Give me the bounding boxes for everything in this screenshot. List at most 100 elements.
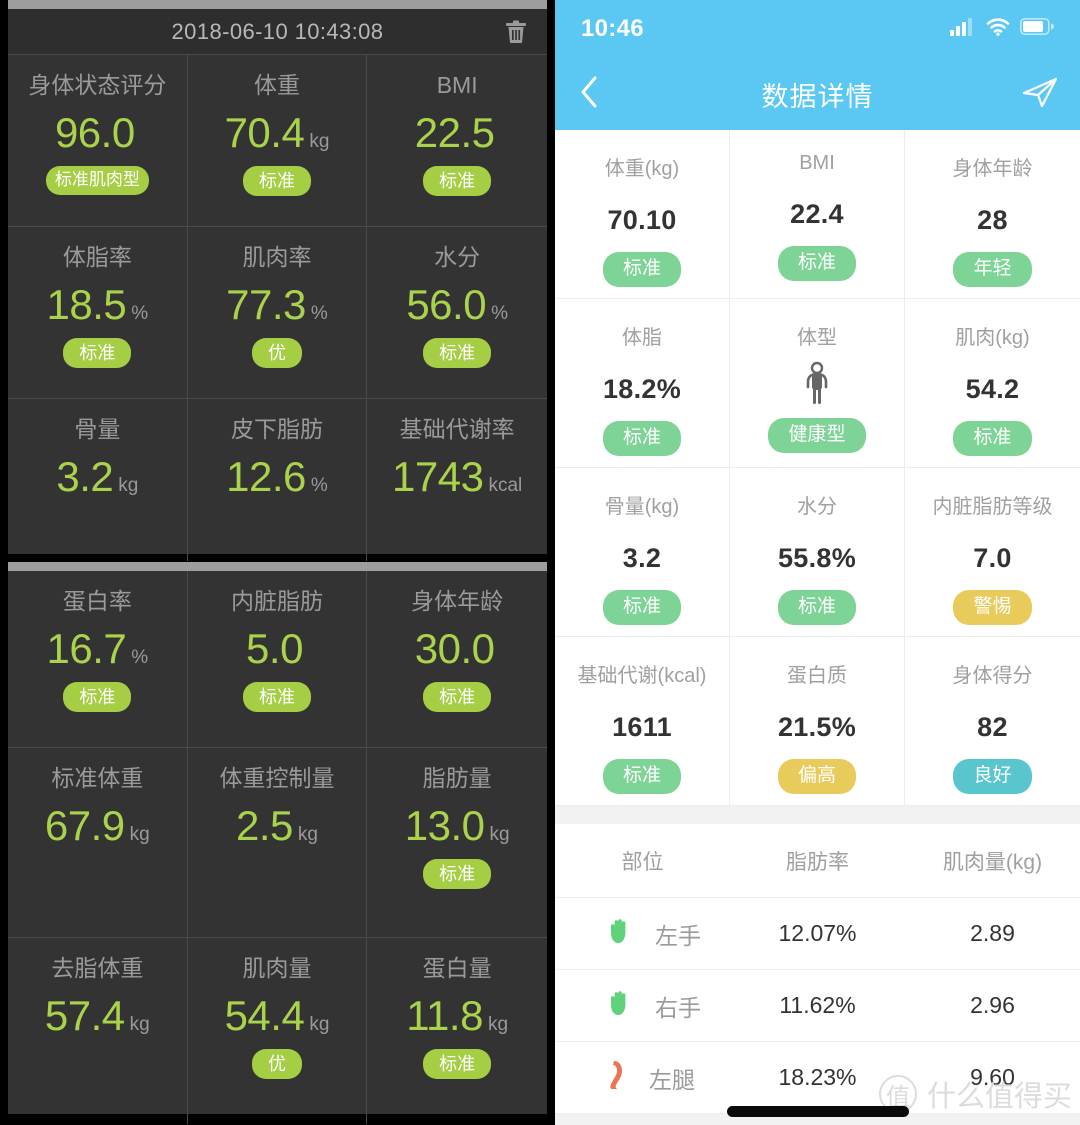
- metric-cell[interactable]: 标准体重 67.9 kg: [8, 748, 188, 938]
- metric-card[interactable]: 身体年龄 28 年轻: [905, 130, 1080, 299]
- paper-plane-icon[interactable]: [1022, 76, 1058, 113]
- metric-card[interactable]: 身体得分 82 良好: [905, 637, 1080, 806]
- table-part-name: 左腿: [649, 1066, 695, 1093]
- metric-card-label: BMI: [799, 152, 835, 174]
- metric-cell[interactable]: BMI 22.5 标准: [367, 55, 547, 227]
- metric-label: 骨量: [74, 416, 121, 442]
- metric-card[interactable]: BMI 22.4 标准: [730, 130, 905, 299]
- metric-card-label: 体重(kg): [604, 158, 680, 180]
- metric-card-value: 1611: [612, 712, 672, 742]
- metric-cell[interactable]: 肌肉量 54.4 kg 优: [188, 938, 368, 1124]
- metric-cell[interactable]: 脂肪量 13.0 kg 标准: [367, 748, 547, 938]
- watermark-text: 什么值得买: [926, 1079, 1072, 1113]
- capture-bottom: 蛋白率 16.7 % 标准 内脏脂肪 5.0 标准 身体年龄 30.0 标准 标…: [0, 562, 555, 1125]
- metric-unit: kg: [309, 130, 330, 152]
- metric-label: 体重: [253, 72, 300, 98]
- metric-card-badge: 标准: [602, 590, 681, 625]
- metric-cell[interactable]: 体重 70.4 kg 标准: [187, 55, 368, 227]
- metric-cell[interactable]: 蛋白率 16.7 % 标准: [8, 571, 188, 748]
- metric-value-row: 54.4 kg: [225, 992, 330, 1040]
- metric-cell[interactable]: 水分 56.0 % 标准: [367, 227, 547, 399]
- trash-icon[interactable]: [505, 20, 527, 44]
- metric-card[interactable]: 体重(kg) 70.10 标准: [555, 130, 730, 299]
- metric-card[interactable]: 基础代谢(kcal) 1611 标准: [555, 637, 730, 806]
- metric-value-row: 67.9 kg: [45, 802, 150, 850]
- metric-value: 11.8: [406, 991, 483, 1039]
- metric-unit: %: [491, 302, 508, 324]
- status-bar: 10:46: [555, 0, 1080, 58]
- metric-cell[interactable]: 内脏脂肪 5.0 标准: [187, 571, 368, 748]
- metric-cell[interactable]: 身体状态评分 96.0 标准肌肉型: [8, 55, 188, 227]
- metric-cell[interactable]: 肌肉率 77.3 % 优: [187, 227, 368, 399]
- metric-card[interactable]: 体型 健康型: [730, 299, 905, 468]
- metric-value: 2.5: [236, 801, 293, 849]
- metric-value-row: 57.4 kg: [45, 992, 150, 1040]
- metric-value-row: 11.8 kg: [406, 992, 508, 1040]
- metric-label: 脂肪量: [422, 765, 492, 791]
- chevron-left-icon[interactable]: [579, 75, 599, 114]
- status-badge: 标准: [423, 165, 492, 197]
- metric-card-label: 身体年龄: [952, 158, 1033, 180]
- metric-value: 67.9: [44, 801, 125, 849]
- metrics-grid: 体重(kg) 70.10 标准 BMI 22.4 标准 身体年龄 28 年轻 体脂 18.2% 标准体…: [555, 130, 1080, 806]
- dark-metric-grid-bottom: 蛋白率 16.7 % 标准 内脏脂肪 5.0 标准 身体年龄 30.0 标准 标…: [8, 571, 547, 1124]
- metric-cell[interactable]: 去脂体重 57.4 kg: [8, 938, 188, 1124]
- metric-cell[interactable]: 蛋白量 11.8 kg 标准: [367, 938, 547, 1124]
- metric-value: 22.5: [414, 108, 495, 156]
- home-indicator[interactable]: [726, 1106, 909, 1117]
- metric-card-value: 82: [977, 712, 1008, 742]
- status-bar-time: 10:46: [581, 15, 644, 42]
- metric-card[interactable]: 蛋白质 21.5% 偏高: [730, 637, 905, 806]
- metric-card[interactable]: 体脂 18.2% 标准: [555, 299, 730, 468]
- metric-card-badge: 偏高: [777, 759, 856, 794]
- metric-value-row: 56.0 %: [406, 281, 508, 329]
- table-header-part: 部位: [621, 850, 664, 874]
- metric-value: 57.4: [44, 991, 125, 1039]
- metric-value-row: 77.3 %: [226, 281, 328, 329]
- metric-unit: kg: [297, 823, 318, 845]
- metric-label: BMI: [436, 72, 478, 98]
- metric-card[interactable]: 内脏脂肪等级 7.0 警惕: [905, 468, 1080, 637]
- metric-cell[interactable]: 身体年龄 30.0 标准: [367, 571, 547, 748]
- metric-value-row: 16.7 %: [47, 625, 149, 673]
- metric-value-row: 13.0 kg: [405, 802, 510, 850]
- metric-unit: kg: [487, 1013, 509, 1035]
- capture-bottom-divider: [8, 562, 547, 571]
- metric-value-row: 3.2 kg: [56, 453, 138, 501]
- metric-value-row: 22.5: [415, 109, 500, 157]
- table-row[interactable]: 左手 12.07% 2.89: [555, 898, 1080, 970]
- metric-value: 18.5: [46, 280, 127, 328]
- metric-card-label: 肌肉(kg): [955, 327, 1030, 349]
- metric-unit: %: [310, 474, 328, 496]
- metric-value: 5.0: [246, 624, 303, 672]
- dark-metric-grid-top: 身体状态评分 96.0 标准肌肉型 体重 70.4 kg 标准 BMI 22.5…: [8, 55, 547, 561]
- body-figure-icon: [804, 361, 830, 404]
- capture-top-body: 2018-06-10 10:43:08 身体状态评分 96.0 标准肌肉型 体重…: [8, 9, 547, 561]
- metric-card-badge: 标准: [602, 252, 681, 287]
- metric-cell[interactable]: 皮下脂肪 12.6 %: [188, 399, 368, 561]
- metric-label: 体重控制量: [219, 765, 335, 791]
- metric-cell[interactable]: 体重控制量 2.5 kg: [187, 748, 368, 938]
- table-part-name: 右手: [655, 994, 701, 1021]
- metric-value: 96.0: [54, 108, 135, 156]
- metric-card[interactable]: 骨量(kg) 3.2 标准: [555, 468, 730, 637]
- metric-card-value: 7.0: [973, 543, 1012, 573]
- status-badge: 标准: [242, 165, 311, 197]
- metric-card-badge: 年轻: [953, 252, 1032, 287]
- table-header-fat: 脂肪率: [786, 850, 849, 874]
- metric-cell[interactable]: 体脂率 18.5 % 标准: [8, 227, 188, 399]
- metric-value: 12.6: [226, 452, 306, 500]
- section-gap: [555, 806, 1080, 824]
- table-cell-muscle: 2.96: [970, 992, 1015, 1018]
- metric-card-value: 22.4: [790, 199, 844, 229]
- metric-unit: %: [131, 302, 149, 324]
- metric-card[interactable]: 肌肉(kg) 54.2 标准: [905, 299, 1080, 468]
- table-header-row: 部位 脂肪率 肌肉量(kg): [555, 824, 1080, 898]
- metric-card-value: 3.2: [622, 543, 662, 573]
- table-row[interactable]: 右手 11.62% 2.96: [555, 970, 1080, 1042]
- metric-cell[interactable]: 骨量 3.2 kg: [8, 399, 188, 561]
- metric-cell[interactable]: 基础代谢率 1743 kcal: [367, 399, 547, 561]
- metric-card-label: 水分: [797, 496, 837, 518]
- metric-card[interactable]: 水分 55.8% 标准: [730, 468, 905, 637]
- status-badge: 标准肌肉型: [45, 165, 149, 195]
